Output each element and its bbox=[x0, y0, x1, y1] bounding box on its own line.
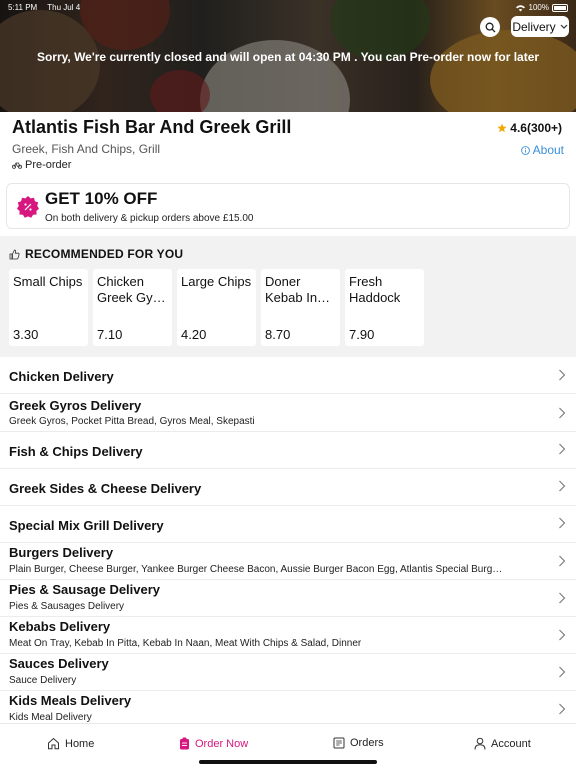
category-row-burgers[interactable]: Burgers Delivery Plain Burger, Cheese Bu… bbox=[0, 543, 576, 580]
home-icon bbox=[48, 737, 59, 750]
about-link[interactable]: About bbox=[520, 143, 564, 157]
chevron-down-icon bbox=[560, 24, 568, 29]
recommended-item-name: Doner Kebab In… bbox=[265, 274, 331, 305]
closed-message: Sorry, We're currently closed and will o… bbox=[36, 50, 540, 64]
thumbs-up-icon bbox=[9, 249, 20, 259]
category-title: Greek Gyros Delivery bbox=[9, 398, 142, 413]
recommended-item-price: 3.30 bbox=[13, 327, 39, 342]
delivery-mode-label: Delivery bbox=[512, 19, 556, 34]
receipt-icon bbox=[333, 737, 345, 749]
recommended-item-price: 7.90 bbox=[349, 327, 375, 342]
status-time: 5:11 PM bbox=[8, 3, 38, 12]
chevron-right-icon bbox=[559, 666, 566, 678]
category-title: Kebabs Delivery bbox=[9, 619, 111, 634]
chevron-right-icon bbox=[559, 592, 566, 604]
category-description: Plain Burger, Cheese Burger, Yankee Burg… bbox=[9, 564, 503, 575]
tab-label: Account bbox=[491, 737, 531, 750]
search-button[interactable] bbox=[480, 17, 500, 37]
category-title: Fish & Chips Delivery bbox=[9, 444, 143, 459]
category-row-chicken[interactable]: Chicken Delivery bbox=[0, 358, 576, 394]
battery-icon bbox=[552, 3, 568, 12]
home-indicator bbox=[199, 760, 377, 764]
category-row-special-mix-grill[interactable]: Special Mix Grill Delivery bbox=[0, 506, 576, 543]
category-title: Pies & Sausage Delivery bbox=[9, 582, 161, 597]
category-description: Meat On Tray, Kebab In Pitta, Kebab In N… bbox=[9, 638, 362, 649]
recommended-heading: RECOMMENDED FOR YOU bbox=[9, 247, 183, 261]
category-description: Greek Gyros, Pocket Pitta Bread, Gyros M… bbox=[9, 416, 255, 427]
recommended-item-price: 7.10 bbox=[97, 327, 123, 342]
recommended-card[interactable]: Fresh Haddock 7.90 bbox=[345, 269, 424, 346]
category-row-sauces[interactable]: Sauces Delivery Sauce Delivery bbox=[0, 654, 576, 691]
recommended-item-price: 4.20 bbox=[181, 327, 207, 342]
chevron-right-icon bbox=[559, 407, 566, 419]
tab-account[interactable]: Account bbox=[474, 737, 531, 750]
tab-label: Orders bbox=[350, 737, 384, 749]
category-row-kids-meals[interactable]: Kids Meals Delivery Kids Meal Delivery bbox=[0, 691, 576, 723]
category-description: Sauce Delivery bbox=[9, 675, 77, 686]
recommended-item-name: Large Chips bbox=[181, 274, 252, 289]
category-row-pies-sausage[interactable]: Pies & Sausage Delivery Pies & Sausages … bbox=[0, 580, 576, 617]
category-row-kebabs[interactable]: Kebabs Delivery Meat On Tray, Kebab In P… bbox=[0, 617, 576, 654]
recommended-item-name: Fresh Haddock bbox=[349, 274, 401, 305]
category-title: Greek Sides & Cheese Delivery bbox=[9, 481, 202, 496]
search-icon bbox=[485, 22, 495, 32]
chevron-right-icon bbox=[559, 369, 566, 381]
about-label: About bbox=[532, 143, 564, 157]
status-bar: 5:11 PM Thu Jul 4 100% bbox=[8, 3, 568, 13]
preorder-label: Pre-order bbox=[25, 159, 72, 171]
category-description: Kids Meal Delivery bbox=[9, 712, 92, 723]
restaurant-name: Atlantis Fish Bar And Greek Grill bbox=[12, 117, 292, 137]
chevron-right-icon bbox=[559, 517, 566, 529]
category-row-greek-sides[interactable]: Greek Sides & Cheese Delivery bbox=[0, 469, 576, 506]
chevron-right-icon bbox=[559, 480, 566, 492]
tab-home[interactable]: Home bbox=[47, 737, 94, 750]
recommended-section: RECOMMENDED FOR YOU Small Chips 3.30 Chi… bbox=[0, 236, 576, 357]
category-title: Sauces Delivery bbox=[9, 656, 109, 671]
category-title: Special Mix Grill Delivery bbox=[9, 518, 164, 533]
bike-icon bbox=[12, 162, 22, 169]
chevron-right-icon bbox=[559, 629, 566, 641]
category-row-greek-gyros[interactable]: Greek Gyros Delivery Greek Gyros, Pocket… bbox=[0, 394, 576, 432]
chevron-right-icon bbox=[559, 443, 566, 455]
recommended-card[interactable]: Small Chips 3.30 bbox=[9, 269, 88, 346]
recommended-card[interactable]: Large Chips 4.20 bbox=[177, 269, 256, 346]
recommended-card[interactable]: Chicken Greek Gy… 7.10 bbox=[93, 269, 172, 346]
info-icon bbox=[520, 145, 530, 155]
recommended-item-name: Chicken Greek Gy… bbox=[97, 274, 166, 305]
offer-subtitle: On both delivery & pickup orders above £… bbox=[45, 213, 254, 224]
order-icon bbox=[180, 737, 189, 750]
recommended-card[interactable]: Doner Kebab In… 8.70 bbox=[261, 269, 340, 346]
preorder-indicator: Pre-order bbox=[12, 159, 71, 171]
tab-order-now[interactable]: Order Now bbox=[179, 737, 248, 750]
category-description: Pies & Sausages Delivery bbox=[9, 601, 125, 612]
recommended-item-price: 8.70 bbox=[265, 327, 291, 342]
star-icon bbox=[497, 123, 507, 133]
rating: 4.6(300+) bbox=[497, 121, 562, 135]
chevron-right-icon bbox=[559, 555, 566, 567]
category-title: Chicken Delivery bbox=[9, 369, 114, 384]
category-row-fish-chips[interactable]: Fish & Chips Delivery bbox=[0, 432, 576, 469]
recommended-title: RECOMMENDED FOR YOU bbox=[25, 247, 184, 261]
cuisine-list: Greek, Fish And Chips, Grill bbox=[12, 142, 161, 156]
recommended-item-name: Small Chips bbox=[13, 274, 83, 289]
tab-label: Order Now bbox=[195, 737, 249, 750]
category-title: Kids Meals Delivery bbox=[9, 693, 132, 708]
discount-badge-icon bbox=[17, 196, 39, 218]
delivery-mode-dropdown[interactable]: Delivery bbox=[511, 16, 569, 37]
wifi-icon bbox=[515, 4, 525, 11]
chevron-right-icon bbox=[559, 703, 566, 715]
offer-banner[interactable]: GET 10% OFF On both delivery & pickup or… bbox=[6, 183, 570, 229]
tab-orders[interactable]: Orders bbox=[333, 737, 384, 749]
status-date: Thu Jul 4 bbox=[47, 3, 81, 12]
person-icon bbox=[474, 737, 486, 750]
category-title: Burgers Delivery bbox=[9, 545, 114, 560]
offer-title: GET 10% OFF bbox=[45, 189, 158, 208]
tab-label: Home bbox=[65, 737, 95, 750]
rating-value: 4.6(300+) bbox=[510, 121, 562, 135]
battery-percent: 100% bbox=[528, 3, 549, 12]
